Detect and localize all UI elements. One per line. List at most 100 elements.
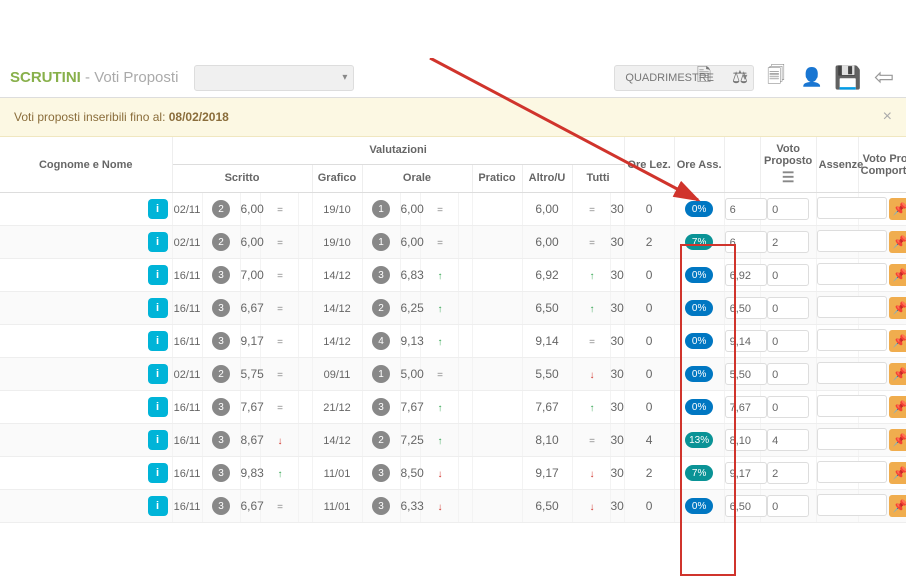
- info-icon[interactable]: i: [148, 397, 168, 417]
- assenze-input[interactable]: 0: [767, 396, 809, 418]
- info-icon[interactable]: i: [148, 463, 168, 483]
- tutti-val: 6,00: [535, 202, 558, 216]
- vpc-input[interactable]: [817, 296, 887, 318]
- voto-proposto-input[interactable]: 8,10: [725, 429, 767, 451]
- save-icon[interactable]: 💾: [834, 64, 862, 92]
- pin-icon[interactable]: 📌: [889, 297, 906, 319]
- orelez-val: 30: [610, 325, 624, 358]
- scritto-date: 02/11: [174, 237, 201, 249]
- scritto-date: 16/11: [174, 270, 201, 282]
- col-votoprop[interactable]: Voto Proposto ☰: [760, 137, 816, 193]
- col-altro: Altro/U: [522, 164, 572, 192]
- tutti-trend-icon: =: [589, 238, 595, 249]
- orelez-val: 30: [610, 358, 624, 391]
- title-main: SCRUTINI: [10, 69, 81, 86]
- close-icon[interactable]: ×: [883, 108, 892, 126]
- voto-proposto-input[interactable]: 9,17: [725, 462, 767, 484]
- vpc-input[interactable]: [817, 494, 887, 516]
- assenze-input[interactable]: 0: [767, 198, 809, 220]
- tutti-trend-icon: ↓: [590, 370, 595, 381]
- tutti-val: 7,67: [535, 400, 558, 414]
- vpc-input[interactable]: [817, 329, 887, 351]
- tutti-trend-icon: ↑: [590, 403, 595, 414]
- orale-date: 14/12: [323, 270, 351, 282]
- back-icon[interactable]: ⇦: [870, 64, 898, 92]
- info-icon[interactable]: i: [148, 298, 168, 318]
- scritto-trend-icon: =: [277, 304, 283, 315]
- doc-icon[interactable]: 🗎: [690, 64, 718, 92]
- user-icon[interactable]: 👤: [798, 64, 826, 92]
- info-icon[interactable]: i: [148, 430, 168, 450]
- gavel-icon[interactable]: ⚖: [726, 64, 754, 92]
- voto-proposto-input[interactable]: 6,92: [725, 264, 767, 286]
- pin-icon[interactable]: 📌: [889, 429, 906, 451]
- tutti-val: 9,14: [535, 334, 558, 348]
- vpc-input[interactable]: [817, 461, 887, 483]
- tutti-val: 6,50: [535, 499, 558, 513]
- tutti-trend-icon: =: [589, 205, 595, 216]
- list-icon[interactable]: ☰: [763, 169, 814, 186]
- pin-icon[interactable]: 📌: [889, 495, 906, 517]
- assenze-input[interactable]: 2: [767, 231, 809, 253]
- table-row: i16/1138,67↓14/1227,25↑8,10=30413%8,104📌…: [0, 424, 906, 457]
- col-grafico: Grafico: [312, 164, 362, 192]
- voto-proposto-input[interactable]: 9,14: [725, 330, 767, 352]
- pin-icon[interactable]: 📌: [889, 462, 906, 484]
- assenze-input[interactable]: 4: [767, 429, 809, 451]
- info-icon[interactable]: i: [148, 496, 168, 516]
- sheet-icon[interactable]: 🗐: [762, 64, 790, 92]
- orale-trend-icon: ↓: [438, 469, 443, 480]
- orale-val: 9,13: [401, 334, 424, 348]
- info-icon[interactable]: i: [148, 364, 168, 384]
- table-row: i02/1125,75=09/1115,00=5,50↓3000%5,500📌✎: [0, 358, 906, 391]
- assenze-input[interactable]: 0: [767, 264, 809, 286]
- voto-proposto-input[interactable]: 6,50: [725, 297, 767, 319]
- orale-trend-icon: ↑: [438, 337, 443, 348]
- vpc-input[interactable]: [817, 395, 887, 417]
- scritto-val: 6,00: [241, 202, 264, 216]
- pct-badge: 0%: [685, 366, 713, 382]
- info-icon[interactable]: i: [148, 265, 168, 285]
- assenze-input[interactable]: 0: [767, 330, 809, 352]
- assenze-input[interactable]: 2: [767, 462, 809, 484]
- voto-proposto-input[interactable]: 6: [725, 198, 767, 220]
- pin-icon[interactable]: 📌: [889, 363, 906, 385]
- orale-val: 5,00: [401, 367, 424, 381]
- assenze-input[interactable]: 0: [767, 297, 809, 319]
- col-tutti: Tutti: [572, 164, 624, 192]
- scritto-val: 9,83: [241, 466, 264, 480]
- orale-val: 6,25: [401, 301, 424, 315]
- orale-date: 21/12: [323, 402, 351, 414]
- pin-icon[interactable]: 📌: [889, 264, 906, 286]
- orale-trend-icon: ↓: [438, 502, 443, 513]
- pin-icon[interactable]: 📌: [889, 198, 906, 220]
- voto-proposto-input[interactable]: 6: [725, 231, 767, 253]
- oreass-val: 0: [624, 292, 674, 325]
- orale-date: 11/01: [324, 501, 351, 513]
- voto-proposto-input[interactable]: 7,67: [725, 396, 767, 418]
- vpc-input[interactable]: [817, 362, 887, 384]
- assenze-input[interactable]: 0: [767, 363, 809, 385]
- vpc-input[interactable]: [817, 197, 887, 219]
- orale-date: 09/11: [324, 369, 351, 381]
- pin-icon[interactable]: 📌: [889, 330, 906, 352]
- voto-proposto-input[interactable]: 5,50: [725, 363, 767, 385]
- orale-count: 3: [372, 464, 390, 482]
- vpc-input[interactable]: [817, 230, 887, 252]
- pin-icon[interactable]: 📌: [889, 396, 906, 418]
- scritto-count: 3: [212, 464, 230, 482]
- tutti-trend-icon: ↑: [590, 304, 595, 315]
- info-icon[interactable]: i: [148, 232, 168, 252]
- orale-val: 6,83: [401, 268, 424, 282]
- assenze-input[interactable]: 0: [767, 495, 809, 517]
- info-icon[interactable]: i: [148, 331, 168, 351]
- col-pratico: Pratico: [472, 164, 522, 192]
- table-row: i16/1136,67=14/1226,25↑6,50↑3000%6,500📌✎: [0, 292, 906, 325]
- vpc-input[interactable]: [817, 428, 887, 450]
- info-icon[interactable]: i: [148, 199, 168, 219]
- orale-count: 1: [372, 365, 390, 383]
- class-selector[interactable]: [194, 65, 354, 91]
- vpc-input[interactable]: [817, 263, 887, 285]
- voto-proposto-input[interactable]: 6,50: [725, 495, 767, 517]
- pin-icon[interactable]: 📌: [889, 231, 906, 253]
